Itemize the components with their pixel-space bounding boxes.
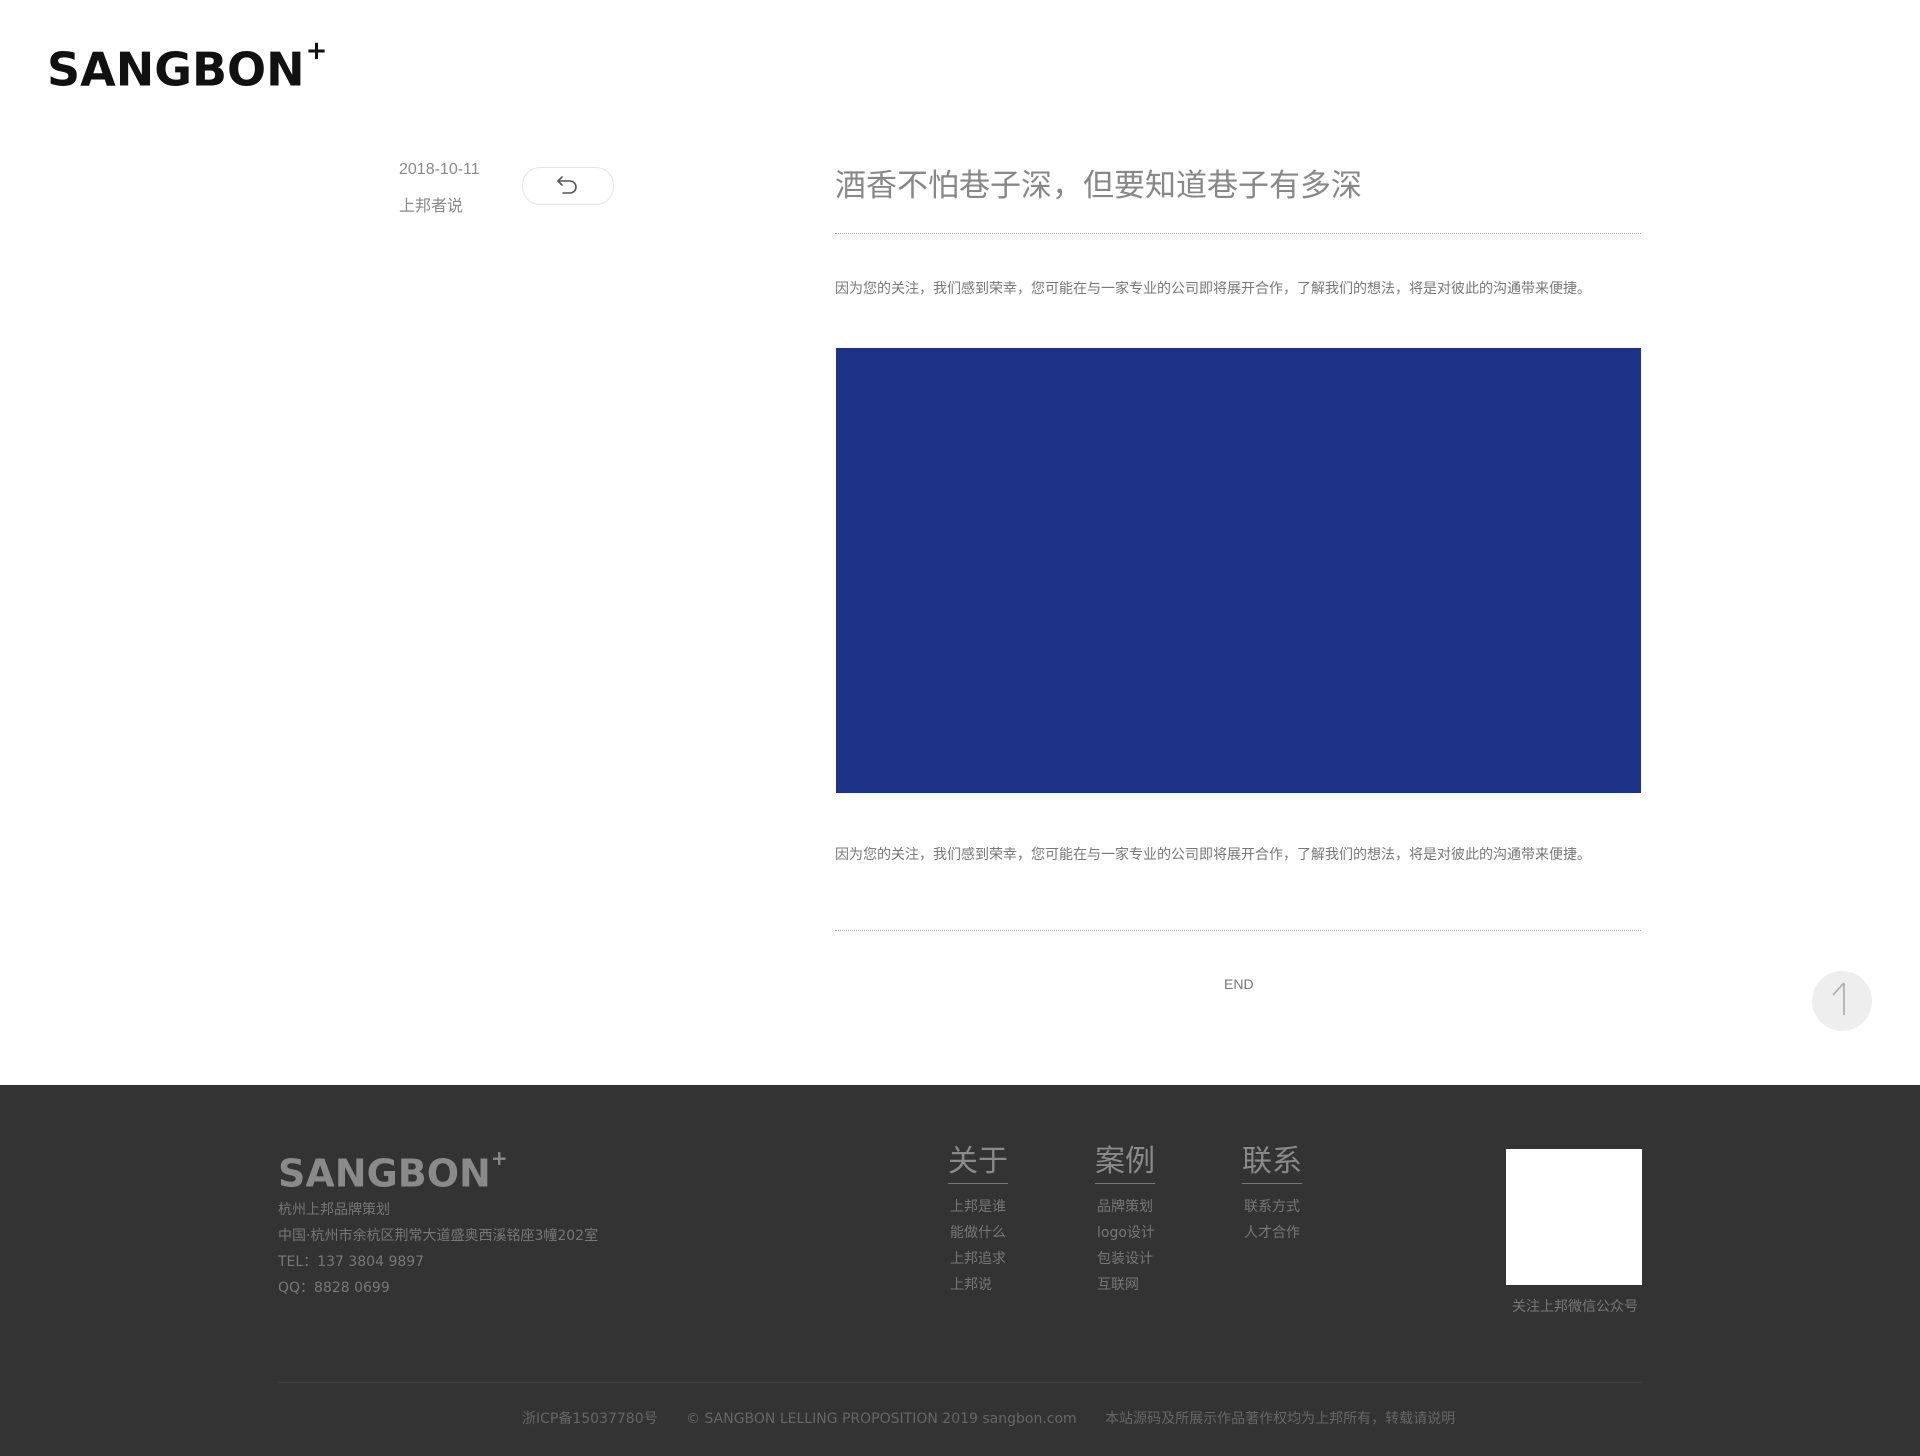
title-divider: [835, 233, 1641, 234]
footer-nav-contact: 联系 联系方式 人才合作: [1242, 1143, 1302, 1246]
article-hero-image: [836, 348, 1641, 793]
back-button[interactable]: [522, 167, 614, 205]
rights-notice: 本站源码及所展示作品著作权均为上邦所有，转载请说明: [1105, 1411, 1456, 1427]
footer-nav-title: 关于: [948, 1143, 1008, 1184]
article-category[interactable]: 上邦者说: [399, 192, 463, 216]
footer-nav-title: 案例: [1095, 1143, 1155, 1184]
footer-link[interactable]: 人才合作: [1244, 1220, 1302, 1246]
company-address: 中国·杭州市余杭区荆常大道盛奥西溪铭座3幢202室: [278, 1228, 599, 1244]
site-footer: SANGBON+ 杭州上邦品牌策划 中国·杭州市余杭区荆常大道盛奥西溪铭座3幢2…: [0, 1085, 1920, 1456]
footer-contact-info: 杭州上邦品牌策划 中国·杭州市余杭区荆常大道盛奥西溪铭座3幢202室 TEL：1…: [278, 1197, 598, 1301]
article-date: 2018-10-11: [399, 161, 480, 178]
footer-link[interactable]: 能做什么: [950, 1220, 1008, 1246]
company-tel: TEL：137 3804 9897: [278, 1254, 425, 1270]
company-qq: QQ：8828 0699: [278, 1280, 390, 1296]
return-arrow-icon: [555, 172, 581, 200]
copyright-text: © SANGBON LELLING PROPOSITION 2019 sangb…: [686, 1411, 1077, 1427]
article-paragraph: 因为您的关注，我们感到荣幸，您可能在与一家专业的公司即将展开合作，了解我们的想法…: [835, 281, 1591, 297]
wechat-qr-code: [1506, 1149, 1642, 1285]
scroll-to-top-button[interactable]: [1812, 971, 1872, 1031]
logo-text: SANGBON: [47, 42, 305, 97]
footer-logo-text: SANGBON: [278, 1151, 491, 1196]
icp-number[interactable]: 浙ICP备15037780号: [522, 1411, 658, 1427]
arrow-up-icon: [1827, 979, 1857, 1023]
footer-legal: 浙ICP备15037780号 © SANGBON LELLING PROPOSI…: [522, 1408, 1479, 1428]
footer-nav-about: 关于 上邦是谁 能做什么 上邦追求 上邦说: [948, 1143, 1008, 1298]
logo-mark: +: [305, 36, 328, 66]
footer-logo-mark: +: [490, 1146, 508, 1170]
site-logo[interactable]: SANGBON+: [47, 36, 327, 94]
footer-logo[interactable]: SANGBON+: [278, 1145, 508, 1195]
end-label: END: [1224, 976, 1254, 992]
company-name: 杭州上邦品牌策划: [278, 1202, 390, 1218]
footer-link[interactable]: logo设计: [1097, 1220, 1155, 1246]
footer-link[interactable]: 包装设计: [1097, 1246, 1155, 1272]
footer-divider: [278, 1382, 1642, 1383]
qr-caption: 关注上邦微信公众号: [1512, 1299, 1638, 1315]
footer-link[interactable]: 品牌策划: [1097, 1194, 1155, 1220]
article-title: 酒香不怕巷子深，但要知道巷子有多深: [835, 168, 1362, 204]
article-paragraph: 因为您的关注，我们感到荣幸，您可能在与一家专业的公司即将展开合作，了解我们的想法…: [835, 847, 1591, 863]
footer-link[interactable]: 上邦追求: [950, 1246, 1008, 1272]
footer-nav-cases: 案例 品牌策划 logo设计 包装设计 互联网: [1095, 1143, 1155, 1298]
end-divider: [835, 930, 1641, 931]
footer-nav-title: 联系: [1242, 1143, 1302, 1184]
footer-link[interactable]: 上邦是谁: [950, 1194, 1008, 1220]
footer-link[interactable]: 互联网: [1097, 1272, 1155, 1298]
footer-link[interactable]: 上邦说: [950, 1272, 1008, 1298]
footer-link[interactable]: 联系方式: [1244, 1194, 1302, 1220]
